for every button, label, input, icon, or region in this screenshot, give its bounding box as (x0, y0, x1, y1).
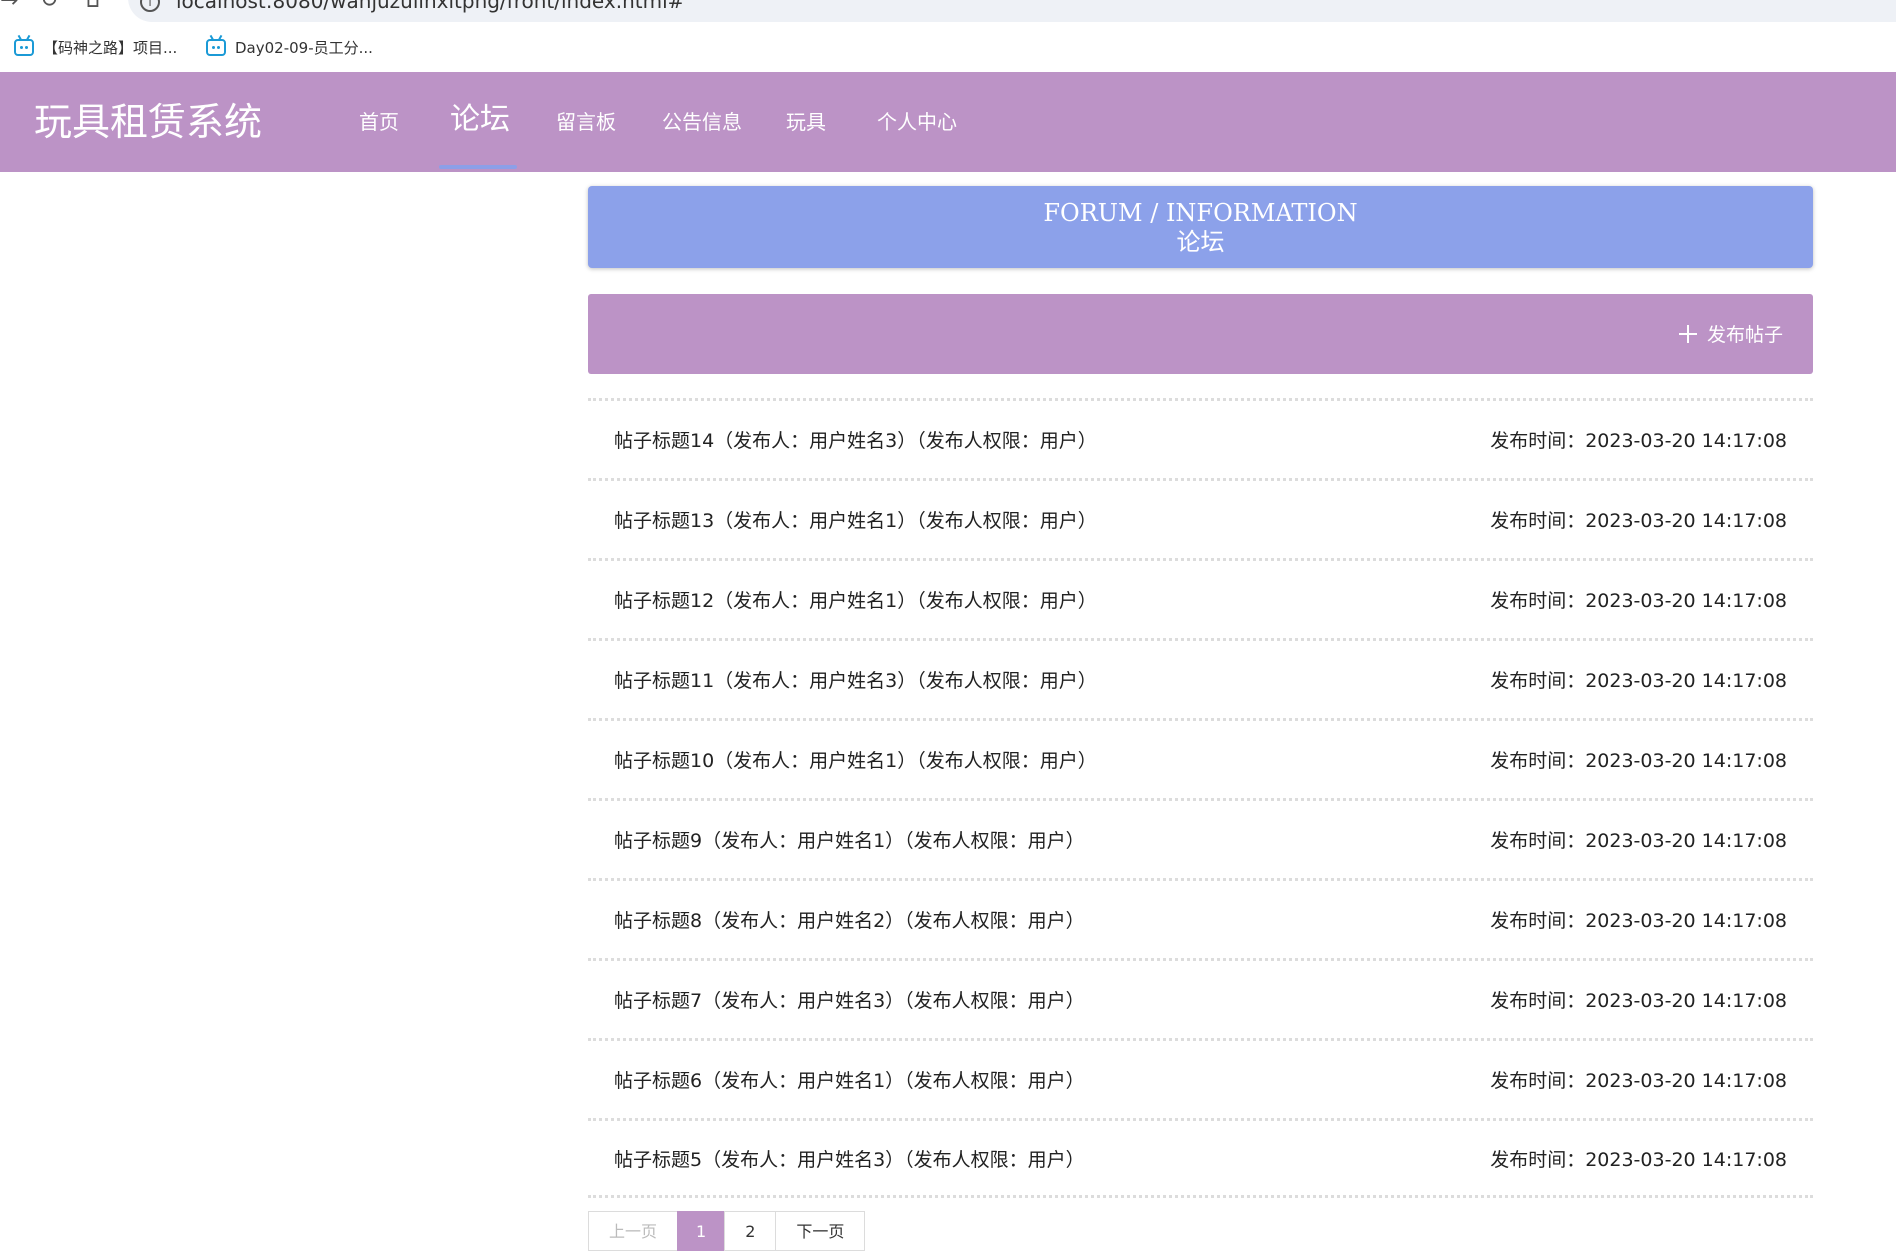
browser-toolbar: → ↻ ⌂ i localhost:8080/wanjuzulinxitpng/… (0, 0, 1896, 22)
nav-item-announcements[interactable]: 公告信息 (662, 108, 742, 136)
nav-item-forum[interactable]: 论坛 (450, 100, 510, 140)
post-title: 帖子标题13（发布人：用户姓名1）（发布人权限：用户） (614, 510, 1097, 532)
post-title: 帖子标题10（发布人：用户姓名1）（发布人权限：用户） (614, 750, 1097, 772)
post-list: 帖子标题14（发布人：用户姓名3）（发布人权限：用户） 发布时间：2023-03… (588, 398, 1813, 1198)
reload-icon[interactable]: ↻ (40, 0, 58, 12)
post-row[interactable]: 帖子标题8（发布人：用户姓名2）（发布人权限：用户） 发布时间：2023-03-… (588, 878, 1813, 958)
site-title: 玩具租赁系统 (34, 100, 263, 144)
post-time: 发布时间：2023-03-20 14:17:08 (1490, 830, 1787, 852)
post-title: 帖子标题7（发布人：用户姓名3）（发布人权限：用户） (614, 990, 1085, 1012)
post-time: 发布时间：2023-03-20 14:17:08 (1490, 1070, 1787, 1092)
post-title: 帖子标题6（发布人：用户姓名1）（发布人权限：用户） (614, 1070, 1085, 1092)
post-row[interactable]: 帖子标题13（发布人：用户姓名1）（发布人权限：用户） 发布时间：2023-03… (588, 478, 1813, 558)
post-time: 发布时间：2023-03-20 14:17:08 (1490, 510, 1787, 532)
post-row[interactable]: 帖子标题5（发布人：用户姓名3）（发布人权限：用户） 发布时间：2023-03-… (588, 1118, 1813, 1198)
post-title: 帖子标题5（发布人：用户姓名3）（发布人权限：用户） (614, 1148, 1085, 1171)
nav-item-toys[interactable]: 玩具 (786, 108, 826, 136)
post-time: 发布时间：2023-03-20 14:17:08 (1490, 910, 1787, 932)
bookmark-label: 【码神之路】项目... (43, 38, 178, 57)
bookmark-item[interactable]: 【码神之路】项目... (14, 36, 177, 58)
post-row[interactable]: 帖子标题12（发布人：用户姓名1）（发布人权限：用户） 发布时间：2023-03… (588, 558, 1813, 638)
prev-page-button[interactable]: 上一页 (588, 1211, 679, 1251)
bilibili-icon (14, 38, 34, 56)
post-title: 帖子标题9（发布人：用户姓名1）（发布人权限：用户） (614, 830, 1085, 852)
post-row[interactable]: 帖子标题7（发布人：用户姓名3）（发布人权限：用户） 发布时间：2023-03-… (588, 958, 1813, 1038)
post-time: 发布时间：2023-03-20 14:17:08 (1490, 750, 1787, 772)
post-title: 帖子标题12（发布人：用户姓名1）（发布人权限：用户） (614, 590, 1097, 612)
nav-item-home[interactable]: 首页 (359, 108, 399, 136)
section-banner: FORUM / INFORMATION 论坛 (588, 186, 1813, 268)
active-nav-indicator (439, 165, 517, 169)
publish-post-label: 发布帖子 (1706, 324, 1783, 346)
post-row[interactable]: 帖子标题6（发布人：用户姓名1）（发布人权限：用户） 发布时间：2023-03-… (588, 1038, 1813, 1118)
post-row[interactable]: 帖子标题10（发布人：用户姓名1）（发布人权限：用户） 发布时间：2023-03… (588, 718, 1813, 798)
post-time: 发布时间：2023-03-20 14:17:08 (1490, 590, 1787, 612)
next-page-button[interactable]: 下一页 (775, 1211, 866, 1251)
home-icon[interactable]: ⌂ (86, 0, 100, 12)
post-row[interactable]: 帖子标题14（发布人：用户姓名3）（发布人权限：用户） 发布时间：2023-03… (588, 398, 1813, 478)
address-url[interactable]: localhost:8080/wanjuzulinxitpng/front/in… (176, 0, 684, 12)
post-time: 发布时间：2023-03-20 14:17:08 (1490, 670, 1787, 692)
bilibili-icon (206, 38, 226, 56)
post-title: 帖子标题14（发布人：用户姓名3）（发布人权限：用户） (614, 430, 1097, 452)
publish-post-button[interactable]: 发布帖子 (1678, 320, 1783, 347)
nav-item-profile[interactable]: 个人中心 (877, 108, 957, 136)
bookmark-label: Day02-09-员工分... (235, 38, 373, 57)
post-row[interactable]: 帖子标题11（发布人：用户姓名3）（发布人权限：用户） 发布时间：2023-03… (588, 638, 1813, 718)
post-title: 帖子标题11（发布人：用户姓名3）（发布人权限：用户） (614, 670, 1097, 692)
banner-title-en: FORUM / INFORMATION (1043, 199, 1358, 227)
nav-item-message-board[interactable]: 留言板 (556, 108, 616, 136)
pagination: 上一页 1 2 下一页 (588, 1211, 866, 1251)
post-title: 帖子标题8（发布人：用户姓名2）（发布人权限：用户） (614, 910, 1085, 932)
post-row[interactable]: 帖子标题9（发布人：用户姓名1）（发布人权限：用户） 发布时间：2023-03-… (588, 798, 1813, 878)
page-button-1[interactable]: 1 (677, 1211, 726, 1251)
post-time: 发布时间：2023-03-20 14:17:08 (1490, 430, 1787, 452)
bookmarks-bar: 【码神之路】项目... Day02-09-员工分... (0, 22, 1896, 72)
post-time: 发布时间：2023-03-20 14:17:08 (1490, 1148, 1787, 1171)
plus-icon (1678, 324, 1697, 343)
bookmark-item[interactable]: Day02-09-员工分... (206, 36, 373, 58)
post-time: 发布时间：2023-03-20 14:17:08 (1490, 990, 1787, 1012)
action-bar: 发布帖子 (588, 294, 1813, 374)
site-header: 玩具租赁系统 首页 论坛 留言板 公告信息 玩具 个人中心 (0, 72, 1896, 172)
page-button-2[interactable]: 2 (724, 1211, 777, 1251)
forward-arrow-icon[interactable]: → (0, 0, 18, 12)
banner-title-cn: 论坛 (1176, 228, 1225, 256)
